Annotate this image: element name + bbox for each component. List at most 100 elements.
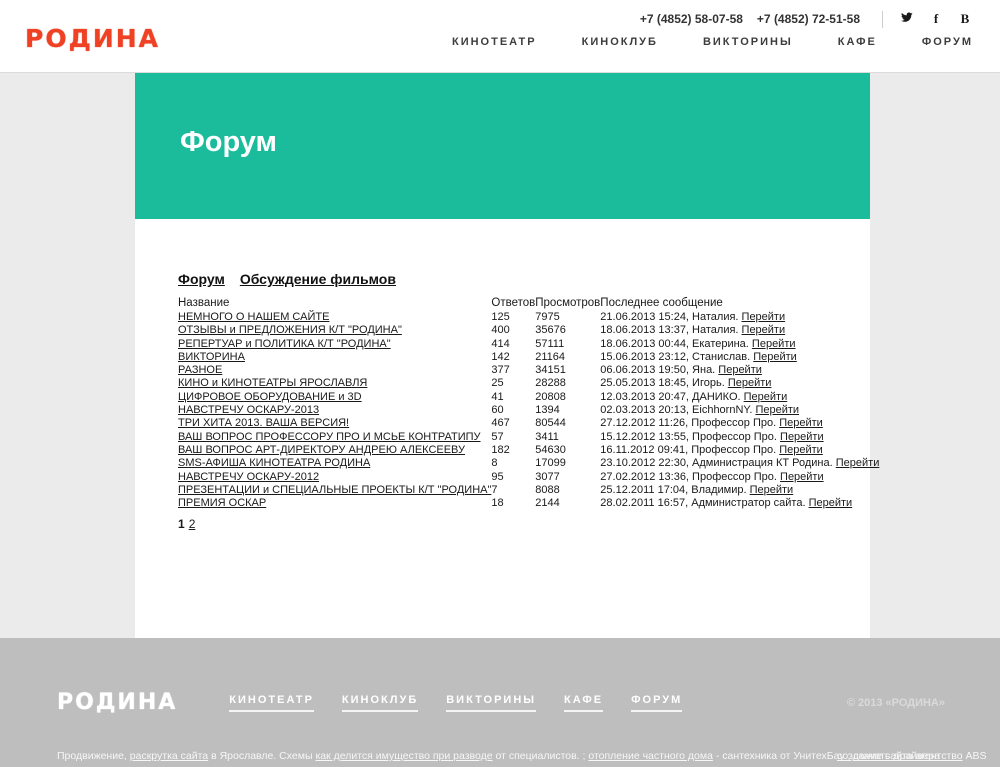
tab-forum[interactable]: Форум: [178, 271, 225, 287]
last-message-cell: 25.12.2011 17:04, Владимир. Перейти: [600, 484, 879, 497]
nav-item-kinoteatr[interactable]: КИНОТЕАТР: [452, 36, 537, 48]
topic-link[interactable]: НАВСТРЕЧУ ОСКАРУ-2012: [178, 471, 319, 483]
seo-link[interactable]: отопление частного дома: [588, 750, 713, 762]
go-to-link[interactable]: Перейти: [752, 338, 796, 350]
topic-link[interactable]: РАЗНОЕ: [178, 364, 222, 376]
forum-tabs: Форум Обсуждение фильмов: [178, 271, 840, 287]
footer-nav: КИНОТЕАТР КИНОКЛУБ ВИКТОРИНЫ КАФЕ ФОРУМ: [229, 694, 682, 712]
nav-item-forum[interactable]: ФОРУМ: [631, 694, 682, 712]
table-row: ПРЕМИЯ ОСКАР18214428.02.2011 16:57, Адми…: [178, 497, 879, 510]
go-to-link[interactable]: Перейти: [779, 444, 823, 456]
seo-text: ABS: [963, 750, 987, 762]
table-row: НАВСТРЕЧУ ОСКАРУ-201360139402.03.2013 20…: [178, 404, 879, 417]
topic-link[interactable]: НЕМНОГО О НАШЕМ САЙТЕ: [178, 311, 329, 323]
views-count: 21164: [535, 351, 600, 364]
seo-link[interactable]: как делится имущество при разводе: [315, 750, 492, 762]
go-to-link[interactable]: Перейти: [742, 324, 786, 336]
go-to-link[interactable]: Перейти: [718, 364, 762, 376]
topic-cell: ПРЕЗЕНТАЦИИ и СПЕЦИАЛЬНЫЕ ПРОЕКТЫ К/Т "Р…: [178, 484, 491, 497]
copyright-text: © 2013 «РОДИНА»: [847, 697, 945, 709]
facebook-icon[interactable]: f: [928, 11, 944, 27]
main-nav: КИНОТЕАТР КИНОКЛУБ ВИКТОРИНЫ КАФЕ ФОРУМ: [452, 36, 973, 48]
table-row: РЕПЕРТУАР и ПОЛИТИКА К/Т "РОДИНА" 4145711…: [178, 338, 879, 351]
nav-item-kafe[interactable]: КАФЕ: [564, 694, 603, 712]
answers-count: 467: [491, 417, 535, 430]
seo-text: Продвижение,: [57, 750, 130, 762]
go-to-link[interactable]: Перейти: [755, 404, 799, 416]
go-to-link[interactable]: Перейти: [750, 484, 794, 496]
page-number-link[interactable]: 2: [189, 517, 196, 531]
answers-count: 18: [491, 497, 535, 510]
topic-cell: ОТЗЫВЫ и ПРЕДЛОЖЕНИЯ К/Т "РОДИНА": [178, 324, 491, 337]
vk-icon[interactable]: B: [957, 11, 973, 27]
views-count: 54630: [535, 444, 600, 457]
topic-cell: ВАШ ВОПРОС АРТ-ДИРЕКТОРУ АНДРЕЮ АЛЕКСЕЕВ…: [178, 444, 491, 457]
topic-link[interactable]: ТРИ ХИТА 2013. ВАША ВЕРСИЯ!: [178, 417, 349, 429]
topic-cell: КИНО и КИНОТЕАТРЫ ЯРОСЛАВЛЯ: [178, 377, 491, 390]
topic-link[interactable]: ПРЕЗЕНТАЦИИ и СПЕЦИАЛЬНЫЕ ПРОЕКТЫ К/Т "Р…: [178, 484, 491, 496]
go-to-link[interactable]: Перейти: [780, 471, 824, 483]
last-message-cell: 15.12.2012 13:55, Профессор Про. Перейти: [600, 431, 879, 444]
last-message-text: 15.12.2012 13:55, Профессор Про.: [600, 431, 780, 443]
nav-item-kafe[interactable]: КАФЕ: [838, 36, 877, 48]
views-count: 57111: [535, 338, 600, 351]
go-to-link[interactable]: Перейти: [728, 377, 772, 389]
views-count: 80544: [535, 417, 600, 430]
forum-panel: Форум Обсуждение фильмов Название Ответо…: [135, 219, 870, 638]
topic-link[interactable]: ЦИФРОВОЕ ОБОРУДОВАНИЕ и 3D: [178, 391, 362, 403]
topic-link[interactable]: НАВСТРЕЧУ ОСКАРУ-2013: [178, 404, 319, 416]
go-to-link[interactable]: Перейти: [780, 431, 824, 443]
phone-number-2: +7 (4852) 72-51-58: [757, 12, 860, 26]
views-count: 17099: [535, 457, 600, 470]
topic-cell: РАЗНОЕ: [178, 364, 491, 377]
go-to-link[interactable]: Перейти: [753, 351, 797, 363]
table-row: ТРИ ХИТА 2013. ВАША ВЕРСИЯ!4678054427.12…: [178, 417, 879, 430]
last-message-text: 27.02.2012 13:36, Профессор Про.: [600, 471, 780, 483]
topic-link[interactable]: ПРЕМИЯ ОСКАР: [178, 497, 266, 509]
site-logo[interactable]: РОДИНА: [25, 24, 160, 53]
topic-link[interactable]: ВАШ ВОПРОС АРТ-ДИРЕКТОРУ АНДРЕЮ АЛЕКСЕЕВ…: [178, 444, 465, 456]
seo-text: - сантехника от УнитехБау ;: [713, 750, 853, 762]
topic-cell: НАВСТРЕЧУ ОСКАРУ-2012: [178, 471, 491, 484]
views-count: 8088: [535, 484, 600, 497]
nav-item-kinoklub[interactable]: КИНОКЛУБ: [582, 36, 658, 48]
go-to-link[interactable]: Перейти: [744, 391, 788, 403]
page: РОДИНА +7 (4852) 58-07-58 +7 (4852) 72-5…: [0, 0, 1000, 767]
views-count: 20808: [535, 391, 600, 404]
nav-item-viktoriny[interactable]: ВИКТОРИНЫ: [703, 36, 793, 48]
topic-cell: ПРЕМИЯ ОСКАР: [178, 497, 491, 510]
column-header-last-message: Последнее сообщение: [600, 297, 879, 311]
nav-item-forum[interactable]: ФОРУМ: [922, 36, 973, 48]
last-message-text: 23.10.2012 22:30, Администрация КТ Родин…: [600, 457, 835, 469]
topic-link[interactable]: ВАШ ВОПРОС ПРОФЕССОРУ ПРО И МСЬЕ КОНТРАТ…: [178, 431, 481, 443]
topic-link[interactable]: КИНО и КИНОТЕАТРЫ ЯРОСЛАВЛЯ: [178, 377, 367, 389]
topic-cell: ВИКТОРИНА: [178, 351, 491, 364]
column-header-views: Просмотров: [535, 297, 600, 311]
go-to-link[interactable]: Перейти: [836, 457, 880, 469]
topic-cell: НАВСТРЕЧУ ОСКАРУ-2013: [178, 404, 491, 417]
topic-link[interactable]: ВИКТОРИНА: [178, 351, 245, 363]
topic-link[interactable]: SMS-АФИША КИНОТЕАТРА РОДИНА: [178, 457, 370, 469]
nav-item-viktoriny[interactable]: ВИКТОРИНЫ: [446, 694, 536, 712]
last-message-text: 18.06.2013 13:37, Наталия.: [600, 324, 741, 336]
seo-link[interactable]: создание сайта агентство: [837, 750, 963, 762]
views-count: 28288: [535, 377, 600, 390]
page-number-current: 1: [178, 517, 185, 531]
go-to-link[interactable]: Перейти: [779, 417, 823, 429]
topic-link[interactable]: РЕПЕРТУАР и ПОЛИТИКА К/Т "РОДИНА": [178, 338, 391, 350]
topic-link[interactable]: ОТЗЫВЫ и ПРЕДЛОЖЕНИЯ К/Т "РОДИНА": [178, 324, 402, 336]
seo-link[interactable]: раскрутка сайта: [130, 750, 208, 762]
answers-count: 142: [491, 351, 535, 364]
last-message-text: 25.12.2011 17:04, Владимир.: [600, 484, 749, 496]
go-to-link[interactable]: Перейти: [809, 497, 853, 509]
table-row: ЦИФРОВОЕ ОБОРУДОВАНИЕ и 3D412080812.03.2…: [178, 391, 879, 404]
tab-film-discussion[interactable]: Обсуждение фильмов: [240, 271, 396, 287]
answers-count: 414: [491, 338, 535, 351]
nav-item-kinoklub[interactable]: КИНОКЛУБ: [342, 694, 418, 712]
go-to-link[interactable]: Перейти: [742, 311, 786, 323]
views-count: 1394: [535, 404, 600, 417]
nav-item-kinoteatr[interactable]: КИНОТЕАТР: [229, 694, 314, 712]
table-row: РАЗНОЕ3773415106.06.2013 19:50, Яна. Пер…: [178, 364, 879, 377]
last-message-cell: 23.10.2012 22:30, Администрация КТ Родин…: [600, 457, 879, 470]
twitter-icon[interactable]: [899, 10, 915, 28]
